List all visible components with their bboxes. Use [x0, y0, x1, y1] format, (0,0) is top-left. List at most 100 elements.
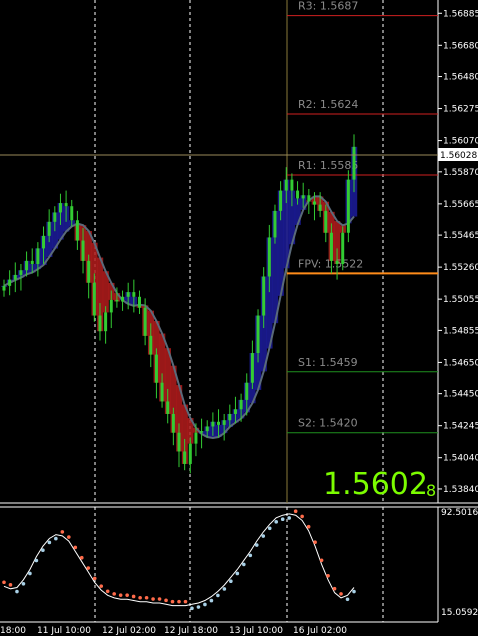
candle-body [200, 431, 204, 433]
candle-body [318, 204, 322, 211]
oscillator-dot [151, 597, 155, 601]
candle-body [279, 190, 283, 211]
candle-body [137, 296, 141, 308]
candle-body [273, 210, 277, 238]
time-tick-label: 12 Jul 02:00 [102, 626, 156, 636]
candle-body [53, 212, 57, 222]
oscillator-dot [170, 599, 175, 604]
oscillator-dot [352, 589, 356, 594]
price-tick-label: 1.55870 [443, 168, 478, 178]
oscillator-dot [8, 583, 13, 587]
time-tick-label: 11 Jul 10:00 [37, 626, 91, 636]
price-tick-label: 1.54450 [443, 390, 478, 400]
price-tick-label: 1.56480 [443, 73, 478, 83]
pivot-label: S2: 1.5420 [298, 417, 358, 430]
candle-body [42, 235, 46, 249]
candle-body [228, 413, 232, 421]
candle-body [109, 299, 113, 313]
candle-body [98, 315, 102, 332]
oscillator-dot [306, 524, 311, 529]
oscillator-dot [261, 534, 266, 538]
oscillator-dot [287, 516, 291, 520]
candle-body [335, 260, 339, 264]
candle-body [290, 179, 294, 191]
oscillator-dot [235, 571, 240, 576]
candle-body [25, 260, 29, 271]
candle-body [47, 221, 51, 236]
oscillator-dot [105, 589, 110, 594]
price-tick-label: 1.56070 [443, 137, 478, 147]
oscillator-dot [248, 553, 253, 558]
candle-body [8, 279, 12, 286]
oscillator-dot [2, 580, 6, 585]
candle-body [245, 382, 249, 400]
oscillator-dot [339, 592, 343, 596]
candle-body [284, 179, 288, 191]
candle-body [256, 315, 260, 354]
candle-body [166, 401, 170, 414]
candle-body [211, 421, 215, 427]
candle-body [250, 353, 254, 383]
candle-body [58, 203, 62, 213]
candle-body [312, 201, 316, 205]
candle-body [341, 232, 345, 264]
oscillator-dot [60, 530, 65, 534]
candle-body [301, 195, 305, 199]
oscillator-dot [164, 598, 168, 603]
big-price-label: 1.5602 [323, 467, 428, 502]
price-tick-label: 1.56885 [443, 9, 478, 19]
oscillator-dot [34, 558, 39, 563]
candle-body [183, 451, 187, 464]
oscillator-dot [131, 594, 136, 599]
candle-body [177, 432, 181, 452]
candle-body [19, 270, 23, 275]
candle-body [233, 409, 237, 414]
price-tick-label: 1.55465 [443, 231, 478, 241]
candle-body [81, 240, 85, 261]
candle-body [154, 354, 158, 383]
candle-body [115, 299, 119, 302]
time-ticks: 18:00 11 Jul 10:00 12 Jul 02:00 12 Jul 18:0… [0, 626, 347, 636]
time-tick-label: 18:00 [0, 626, 26, 636]
oscillator-dot [21, 581, 26, 586]
oscillator-dot [157, 597, 162, 601]
oscillator-dot [41, 548, 45, 553]
candle-body [121, 296, 125, 302]
oscillator-dot [229, 579, 233, 584]
candle-body [205, 426, 209, 432]
time-tick-label: 16 Jul 02:00 [293, 626, 347, 636]
pivot-label: R1: 1.5585 [298, 159, 358, 172]
candle-body [143, 307, 147, 336]
candle-body [132, 292, 136, 297]
oscillator-dot [73, 545, 78, 550]
oscillator-dot [222, 587, 227, 591]
price-tick-label: 1.55055 [443, 295, 478, 305]
candle-body [104, 312, 108, 332]
candle-body [352, 146, 356, 180]
trading-chart: R3: 1.5687R2: 1.5624R1: 1.5585FPV: 1.552… [0, 0, 478, 636]
price-tick-label: 1.53840 [443, 485, 478, 495]
oscillator-dot [319, 558, 324, 563]
candle-body [329, 232, 333, 261]
candle-body [75, 220, 79, 241]
candle-body [92, 282, 96, 316]
price-tick-label: 1.54855 [443, 326, 478, 336]
oscillator-dot [209, 598, 214, 603]
oscillator-dot [254, 543, 259, 547]
candle-body [70, 206, 74, 221]
oscillator-dot [177, 599, 181, 604]
candle-body [239, 399, 243, 410]
candle-body [13, 274, 17, 280]
oscillator-dot [332, 586, 337, 591]
oscillator-dot [326, 573, 330, 578]
time-tick-label: 12 Jul 18:00 [164, 626, 218, 636]
price-tick-label: 1.56680 [443, 41, 478, 51]
oscillator-dot [345, 597, 350, 602]
candle-body [222, 420, 226, 425]
oscillator-dot [92, 576, 97, 581]
candle-body [307, 195, 311, 202]
oscillator-dot [183, 599, 188, 604]
candle-body [171, 413, 175, 433]
oscillator-dot [300, 514, 304, 519]
candle-body [64, 203, 68, 207]
